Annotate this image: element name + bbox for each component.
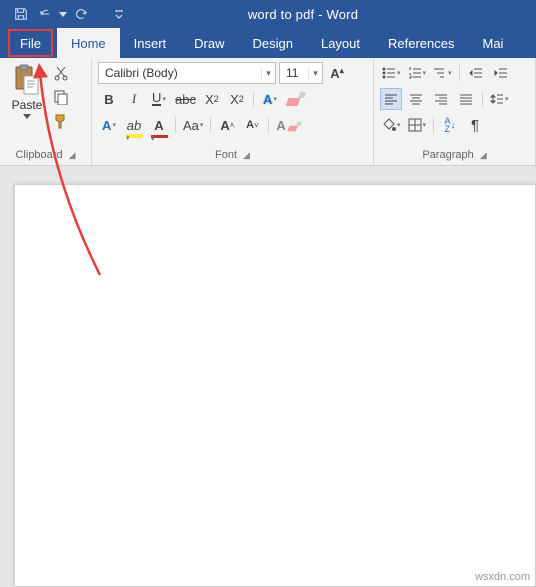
font-color-button[interactable]: A — [148, 114, 170, 136]
group-font: Calibri (Body) ▾ 11 ▾ A▴ B I U abc X2 — [92, 58, 374, 165]
ribbon: Paste Clipboard ◢ — [0, 58, 536, 166]
tab-file[interactable]: File — [8, 29, 53, 57]
clear-formatting-button[interactable] — [284, 88, 306, 110]
font-launcher-icon[interactable]: ◢ — [243, 150, 250, 161]
paste-caret-icon[interactable] — [23, 114, 31, 119]
group-paragraph: AZ ↓ ¶ Paragraph ◢ — [374, 58, 536, 165]
align-left-button[interactable] — [380, 88, 402, 110]
group-clipboard: Paste Clipboard ◢ — [0, 58, 92, 165]
text-effects-button[interactable]: A — [259, 88, 281, 110]
paste-icon — [12, 64, 42, 96]
chevron-down-icon[interactable]: ▾ — [308, 68, 322, 79]
borders-button[interactable] — [406, 114, 429, 136]
document-workspace — [0, 166, 536, 587]
tab-mailings[interactable]: Mai — [469, 28, 518, 58]
underline-button[interactable]: U — [148, 88, 170, 110]
title-bar: word to pdf - Word — [0, 0, 536, 28]
group-paragraph-label: Paragraph — [422, 149, 473, 161]
sort-button[interactable]: AZ ↓ — [439, 114, 461, 136]
font-size-combo[interactable]: 11 ▾ — [279, 62, 323, 84]
separator — [268, 117, 269, 133]
align-center-button[interactable] — [405, 88, 427, 110]
tab-layout[interactable]: Layout — [307, 28, 374, 58]
tab-references[interactable]: References — [374, 28, 468, 58]
quick-access-toolbar — [0, 3, 130, 25]
align-right-button[interactable] — [430, 88, 452, 110]
subscript-button[interactable]: X2 — [201, 88, 223, 110]
shrink-font-button[interactable]: A˅ — [241, 114, 263, 136]
separator — [482, 91, 483, 107]
show-hide-paragraph-button[interactable]: ¶ — [464, 114, 486, 136]
change-case-button[interactable]: Aa — [181, 114, 205, 136]
line-spacing-button[interactable] — [488, 88, 511, 110]
tab-draw[interactable]: Draw — [180, 28, 238, 58]
separator — [175, 117, 176, 133]
italic-button[interactable]: I — [123, 88, 145, 110]
eraser-icon — [288, 122, 299, 132]
cut-icon[interactable] — [52, 64, 70, 82]
superscript-button[interactable]: X2 — [226, 88, 248, 110]
highlight-button[interactable]: ab — [123, 114, 145, 136]
window-title: word to pdf - Word — [130, 7, 476, 22]
save-icon[interactable] — [10, 3, 32, 25]
paste-label: Paste — [12, 98, 43, 112]
bullets-button[interactable] — [380, 62, 403, 84]
chevron-down-icon[interactable]: ▾ — [261, 68, 275, 79]
copy-icon[interactable] — [52, 88, 70, 106]
undo-icon[interactable] — [34, 3, 56, 25]
ribbon-tabs: File Home Insert Draw Design Layout Refe… — [0, 28, 536, 58]
eraser-icon — [287, 92, 303, 106]
clear-all-formatting-button[interactable]: A — [274, 114, 303, 136]
justify-button[interactable] — [455, 88, 477, 110]
group-font-label: Font — [215, 149, 237, 161]
paste-button[interactable]: Paste — [6, 62, 48, 147]
decrease-indent-button[interactable] — [465, 62, 487, 84]
shading-button[interactable] — [380, 114, 403, 136]
separator — [253, 91, 254, 107]
paragraph-launcher-icon[interactable]: ◢ — [480, 150, 487, 161]
tab-home[interactable]: Home — [57, 28, 120, 58]
font-name-combo[interactable]: Calibri (Body) ▾ — [98, 62, 276, 84]
redo-icon[interactable] — [70, 3, 92, 25]
undo-more-caret-icon[interactable] — [58, 3, 68, 25]
grow-font-alt-button[interactable]: A˄ — [216, 114, 238, 136]
separator — [210, 117, 211, 133]
document-page[interactable] — [14, 184, 536, 587]
text-fill-button[interactable]: A — [98, 114, 120, 136]
increase-indent-button[interactable] — [490, 62, 512, 84]
customize-qat-caret-icon[interactable] — [108, 3, 130, 25]
separator — [459, 65, 460, 81]
separator — [433, 117, 434, 133]
bold-button[interactable]: B — [98, 88, 120, 110]
grow-font-button[interactable]: A▴ — [326, 62, 348, 84]
format-painter-icon[interactable] — [52, 112, 70, 130]
group-clipboard-label: Clipboard — [15, 149, 62, 161]
tab-design[interactable]: Design — [239, 28, 307, 58]
multilevel-list-button[interactable] — [431, 62, 454, 84]
clipboard-launcher-icon[interactable]: ◢ — [69, 150, 76, 161]
tab-insert[interactable]: Insert — [120, 28, 181, 58]
watermark: wsxdn.com — [475, 571, 530, 583]
numbering-button[interactable] — [406, 62, 429, 84]
strike-button[interactable]: abc — [173, 88, 198, 110]
